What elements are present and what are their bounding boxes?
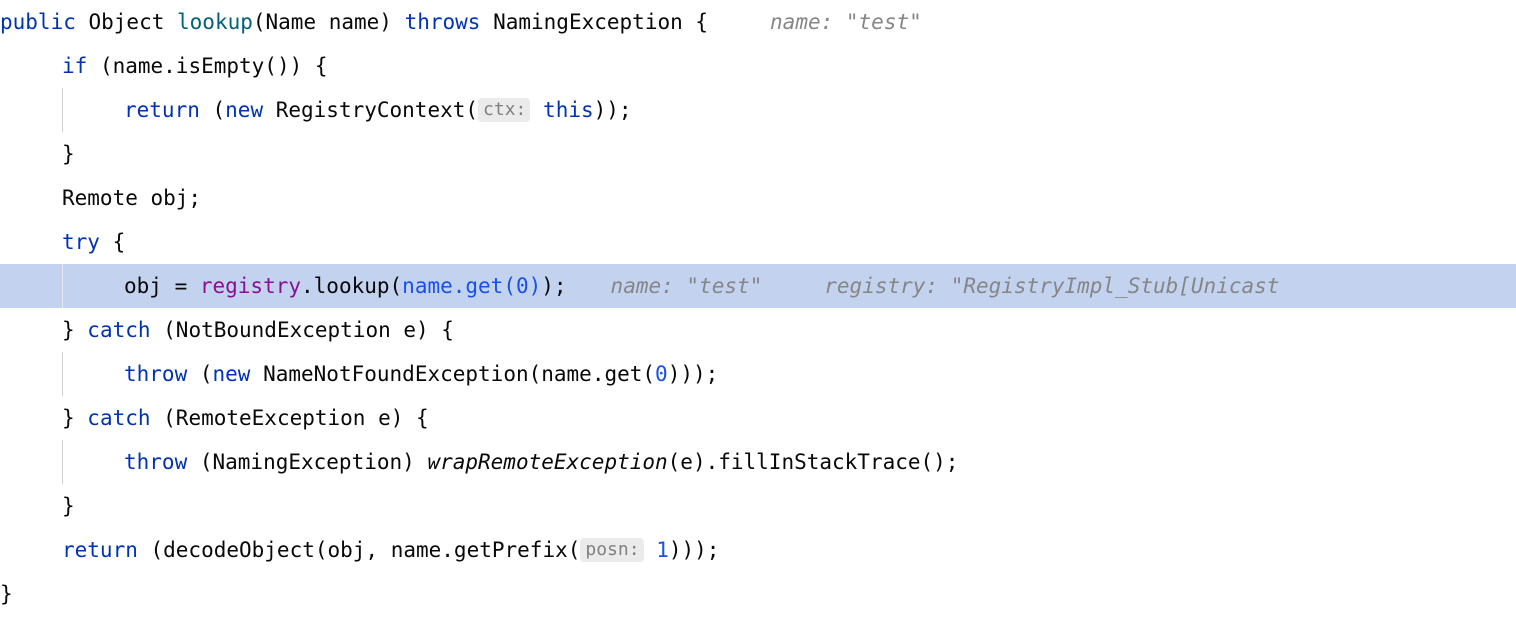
code-line[interactable]: try { bbox=[0, 220, 1516, 264]
code-line-content: try { bbox=[0, 220, 125, 264]
code-line-content: } bbox=[0, 572, 13, 616]
code-token: Object bbox=[75, 10, 178, 34]
keyword-token: this bbox=[543, 98, 594, 122]
code-line[interactable]: return (decodeObject(obj, name.getPrefix… bbox=[0, 528, 1516, 572]
code-line-content: } bbox=[0, 132, 75, 176]
code-token: NamingException { bbox=[480, 10, 709, 34]
keyword-token: return bbox=[62, 538, 138, 562]
keyword-token: return bbox=[124, 98, 200, 122]
code-line[interactable]: } bbox=[0, 132, 1516, 176]
code-token: } bbox=[62, 142, 75, 166]
code-line-content: obj = registry.lookup(name.get(0)); name:… bbox=[0, 264, 1279, 308]
code-token: } bbox=[62, 494, 75, 518]
code-token: )); bbox=[593, 98, 632, 122]
code-token: (NotBoundException e) { bbox=[150, 318, 454, 342]
code-token: RegistryContext( bbox=[263, 98, 479, 122]
editor-code-area[interactable]: public Object lookup(Name name) throws N… bbox=[0, 0, 1516, 644]
code-token: ))); bbox=[667, 362, 719, 386]
code-line-content: Remote obj; bbox=[0, 176, 201, 220]
code-token: (RemoteException e) { bbox=[150, 406, 429, 430]
code-line-content: throw (new NameNotFoundException(name.ge… bbox=[0, 352, 718, 396]
code-token: ( bbox=[199, 98, 226, 122]
code-line[interactable]: } bbox=[0, 484, 1516, 528]
code-editor[interactable]: public Object lookup(Name name) throws N… bbox=[0, 0, 1516, 644]
inline-value-hint[interactable]: name: "test" bbox=[611, 274, 763, 298]
code-line-content: } bbox=[0, 484, 75, 528]
code-line-content: return (decodeObject(obj, name.getPrefix… bbox=[0, 528, 719, 572]
code-line-content: public Object lookup(Name name) throws N… bbox=[0, 0, 922, 44]
code-token: ( bbox=[187, 362, 213, 386]
code-line[interactable]: } catch (NotBoundException e) { bbox=[0, 308, 1516, 352]
code-line[interactable]: throw (new NameNotFoundException(name.ge… bbox=[0, 352, 1516, 396]
inline-value-hint[interactable]: name: "test" bbox=[770, 10, 922, 34]
code-token: (e).fillInStackTrace(); bbox=[667, 450, 959, 474]
keyword-token: catch bbox=[87, 318, 151, 342]
code-line-content: if (name.isEmpty()) { bbox=[0, 44, 328, 88]
keyword-token: throws bbox=[404, 10, 481, 34]
keyword-token: catch bbox=[87, 406, 151, 430]
code-token: (name.isEmpty()) { bbox=[87, 54, 328, 78]
code-line[interactable]: public Object lookup(Name name) throws N… bbox=[0, 0, 1516, 44]
code-token: (decodeObject(obj, name.getPrefix( bbox=[137, 538, 581, 562]
code-token: NameNotFoundException(name.get( bbox=[250, 362, 656, 386]
code-line[interactable]: Remote obj; bbox=[0, 176, 1516, 220]
code-token: (Name name) bbox=[252, 10, 405, 34]
code-line[interactable]: throw (NamingException) wrapRemoteExcept… bbox=[0, 440, 1516, 484]
code-line-content: } catch (NotBoundException e) { bbox=[0, 308, 454, 352]
inline-value-hint[interactable]: registry: "RegistryImpl_Stub[Unicast bbox=[824, 274, 1279, 298]
code-token: name.get(0) bbox=[402, 274, 542, 298]
field-token: registry bbox=[199, 274, 302, 298]
code-token: ); bbox=[541, 274, 567, 298]
keyword-token: try bbox=[62, 230, 100, 254]
code-line[interactable]: return (new RegistryContext(ctx: this)); bbox=[0, 88, 1516, 132]
keyword-token: public bbox=[0, 10, 76, 34]
code-line[interactable]: if (name.isEmpty()) { bbox=[0, 44, 1516, 88]
code-token: .lookup( bbox=[301, 274, 403, 298]
code-line-content: } catch (RemoteException e) { bbox=[0, 396, 429, 440]
code-line[interactable]: } catch (RemoteException e) { bbox=[0, 396, 1516, 440]
code-token: } bbox=[0, 582, 13, 606]
number-token: 1 bbox=[656, 538, 669, 562]
keyword-token: if bbox=[62, 54, 88, 78]
code-line-content: return (new RegistryContext(ctx: this)); bbox=[0, 88, 632, 132]
keyword-token: throw bbox=[124, 450, 188, 474]
parameter-name-hint: ctx: bbox=[478, 98, 531, 122]
code-token: { bbox=[99, 230, 126, 254]
number-token: 0 bbox=[655, 362, 668, 386]
keyword-token: throw bbox=[124, 362, 188, 386]
code-line[interactable]: obj = registry.lookup(name.get(0)); name:… bbox=[0, 264, 1516, 308]
keyword-token: new bbox=[225, 98, 264, 122]
code-token: ))); bbox=[668, 538, 720, 562]
code-token: wrapRemoteException bbox=[427, 450, 668, 474]
keyword-token: new bbox=[212, 362, 251, 386]
code-line-content: throw (NamingException) wrapRemoteExcept… bbox=[0, 440, 958, 484]
code-token: } bbox=[62, 318, 88, 342]
parameter-name-hint: posn: bbox=[580, 538, 644, 562]
method-name-token: lookup bbox=[177, 10, 253, 34]
code-line[interactable]: } bbox=[0, 572, 1516, 616]
code-token: Remote obj; bbox=[62, 186, 202, 210]
code-token: (NamingException) bbox=[187, 450, 428, 474]
code-token: } bbox=[62, 406, 88, 430]
code-token: obj = bbox=[124, 274, 200, 298]
